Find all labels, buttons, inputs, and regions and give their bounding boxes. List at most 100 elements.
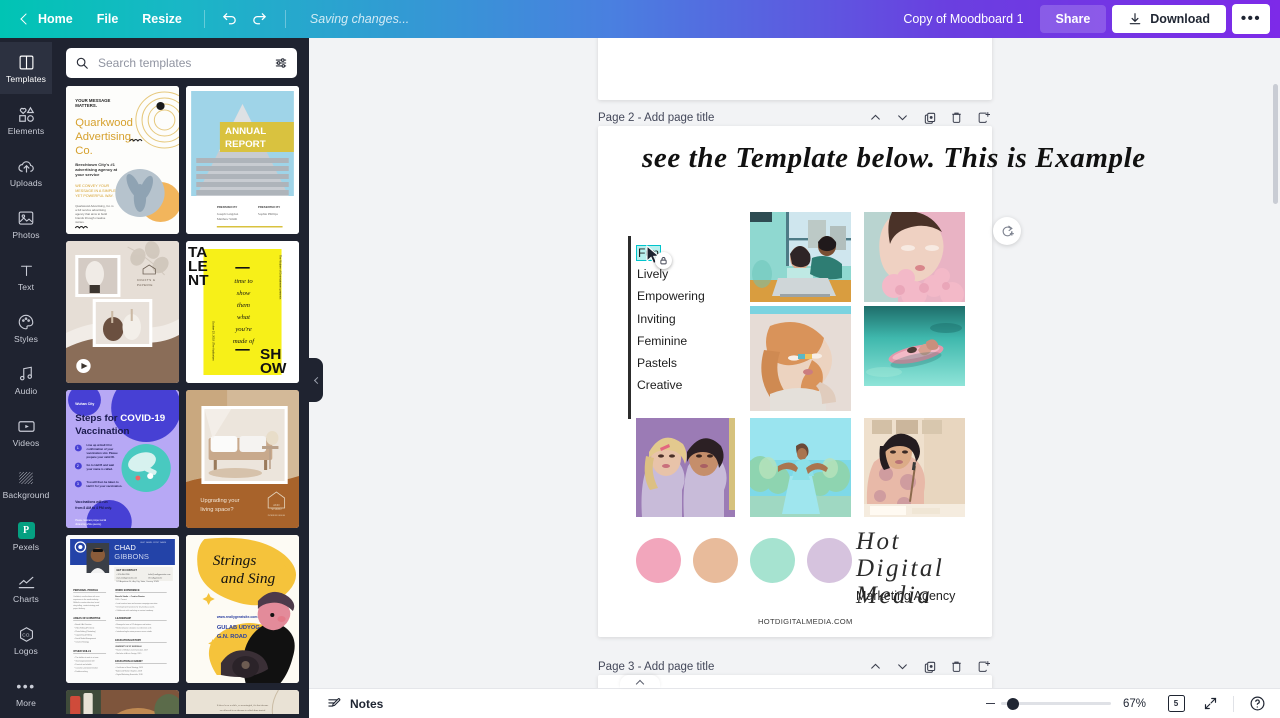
svg-text:PAPERIE: PAPERIE — [137, 283, 153, 287]
sidebar-item-text[interactable]: Text — [0, 250, 52, 302]
panel-collapse-handle[interactable] — [309, 358, 323, 402]
move-up-icon[interactable] — [867, 658, 884, 675]
download-button[interactable]: Download — [1112, 5, 1226, 33]
move-up-icon[interactable] — [867, 109, 884, 126]
template-card[interactable]: Strings and Sing www.reallygreatsite.com… — [186, 535, 299, 683]
home-button[interactable]: Home — [10, 6, 85, 32]
template-card[interactable]: Wuhan City Steps for COVID-19 Vaccinatio… — [66, 390, 179, 528]
move-down-icon[interactable] — [894, 109, 911, 126]
keyword-item[interactable]: Feminine — [637, 330, 705, 352]
page-count-button[interactable]: 5 — [1165, 693, 1187, 715]
page-2-card[interactable]: see the Template below. This is Example … — [598, 126, 1145, 637]
add-page-float-button[interactable] — [993, 217, 1021, 245]
filter-sliders-icon[interactable] — [274, 56, 288, 70]
svg-text:UNIVERSITY OF ST. BORCELLE: UNIVERSITY OF ST. BORCELLE — [115, 646, 142, 648]
zoom-track[interactable] — [1001, 697, 1111, 710]
templates-panel: YOUR MESSAGE MATTERS. Quarkwood Advertis… — [52, 38, 309, 718]
duplicate-page-icon[interactable] — [921, 658, 938, 675]
duplicate-page-icon[interactable] — [921, 109, 938, 126]
template-card[interactable]: TA LE NT SH OW time to show them what you'r… — [186, 241, 299, 383]
moodboard-logo-sub[interactable]: Marketing Agency — [856, 589, 955, 603]
template-card[interactable]: If there been a while, so meaningful, it… — [186, 690, 299, 714]
template-card[interactable] — [66, 690, 179, 714]
canva-editor: Home File Resize Saving changes... Copy … — [0, 0, 1280, 718]
canvas-scrollbar[interactable] — [1273, 84, 1278, 204]
canvas-area[interactable]: Page 2 - Add page title see the Template… — [309, 38, 1280, 688]
surfer-aerial-photo[interactable] — [864, 306, 965, 386]
woman-with-flowers-photo[interactable] — [864, 210, 965, 307]
add-page-icon[interactable] — [975, 658, 992, 675]
sidebar-item-background[interactable]: Background — [0, 458, 52, 510]
woman-arms-open-photo[interactable] — [746, 418, 851, 517]
sidebar-item-charts[interactable]: Charts — [0, 562, 52, 614]
office-meeting-photo[interactable] — [750, 212, 851, 302]
keyword-item[interactable]: Creative — [637, 374, 705, 396]
template-card[interactable]: ANNUAL REPORT PREPARED BY PRESENTED BY J… — [186, 86, 299, 234]
document-title[interactable]: Copy of Moodboard 1 — [893, 6, 1033, 32]
collapse-notes-handle[interactable] — [620, 675, 660, 688]
svg-text:living space?: living space? — [200, 507, 233, 513]
template-card[interactable]: YOUR MESSAGE MATTERS. Quarkwood Advertis… — [66, 86, 179, 234]
woman-reclining-photo[interactable] — [750, 306, 851, 411]
sidebar-item-more[interactable]: ••• More — [0, 666, 52, 718]
fullscreen-button[interactable] — [1199, 693, 1221, 715]
redo-button[interactable] — [245, 4, 275, 34]
videos-icon — [17, 417, 36, 436]
undo-button[interactable] — [215, 4, 245, 34]
svg-text:G.N. ROAD: G.N. ROAD — [217, 634, 247, 640]
svg-text:www.reallygreatsite.com: www.reallygreatsite.com — [216, 615, 258, 619]
sidebar-item-elements[interactable]: Elements — [0, 94, 52, 146]
color-swatch-lilac[interactable] — [807, 538, 852, 583]
keyword-item[interactable]: Inviting — [637, 308, 705, 330]
keyword-item-selected[interactable]: Fun — [635, 241, 705, 263]
color-swatch-pink[interactable] — [636, 538, 681, 583]
sidebar-item-templates[interactable]: Templates — [0, 42, 52, 94]
artist-painting-photo[interactable] — [864, 418, 965, 517]
page-2-title[interactable]: Page 2 - Add page title — [598, 112, 714, 124]
sidebar-item-photos[interactable]: Photos — [0, 198, 52, 250]
search-input[interactable] — [98, 56, 265, 70]
page-1-card[interactable] — [598, 38, 992, 100]
sidebar-item-uploads[interactable]: Uploads — [0, 146, 52, 198]
template-card[interactable]: Upgrading your living space? AKIO STUDIO… — [186, 390, 299, 528]
move-down-icon[interactable] — [894, 658, 911, 675]
more-options-button[interactable]: ••• — [1232, 4, 1270, 34]
delete-page-icon[interactable] — [948, 109, 965, 126]
keyword-item[interactable]: Pastels — [637, 352, 705, 374]
sidebar-item-videos[interactable]: Videos — [0, 406, 52, 458]
sidebar-item-pexels[interactable]: P Pexels — [0, 510, 52, 562]
moodboard-url[interactable]: HOTDIGITALMEDIA.COM — [758, 617, 853, 626]
zoom-knob[interactable] — [1007, 697, 1019, 710]
notes-button[interactable]: Notes — [321, 692, 389, 715]
svg-text:• Customer-orientated mindset: • Customer-orientated mindset — [74, 667, 98, 670]
search-box[interactable] — [66, 48, 297, 78]
color-swatch-peach[interactable] — [693, 538, 738, 583]
help-button[interactable] — [1246, 693, 1268, 715]
top-toolbar-left: Home File Resize Saving changes... — [0, 0, 409, 38]
delete-page-icon[interactable] — [948, 658, 965, 675]
sidebar-item-logos[interactable]: CO. Logos — [0, 614, 52, 666]
resize-button[interactable]: Resize — [130, 6, 194, 32]
zoom-slider[interactable] — [986, 697, 1111, 710]
add-page-icon[interactable] — [975, 109, 992, 126]
page-2-tools — [867, 109, 992, 126]
page-3-title[interactable]: Page 3 - Add page title — [598, 661, 714, 673]
sidebar-label-background: Background — [2, 489, 50, 500]
save-status: Saving changes... — [309, 12, 410, 26]
zoom-out-icon[interactable] — [986, 702, 995, 705]
sidebar-item-styles[interactable]: Styles — [0, 302, 52, 354]
styles-icon — [17, 313, 35, 332]
keyword-item[interactable]: Lively — [637, 263, 705, 285]
file-menu-button[interactable]: File — [85, 6, 131, 32]
search-icon — [76, 57, 88, 69]
share-button[interactable]: Share — [1039, 5, 1107, 33]
svg-text:1: 1 — [77, 446, 79, 450]
two-women-purple-photo[interactable] — [636, 418, 735, 517]
color-swatch-mint[interactable] — [750, 538, 795, 583]
sidebar-item-audio[interactable]: Audio — [0, 354, 52, 406]
svg-text:2: 2 — [77, 464, 79, 468]
keyword-item[interactable]: Empowering — [637, 285, 705, 307]
moodboard-headline[interactable]: see the Template below. This is Example — [642, 142, 1146, 175]
template-card[interactable]: CRAFTS & PAPERIE — [66, 241, 179, 383]
template-card[interactable]: CHAD GIBBONS LAST NAME. FIRST NAME GET I… — [66, 535, 179, 683]
